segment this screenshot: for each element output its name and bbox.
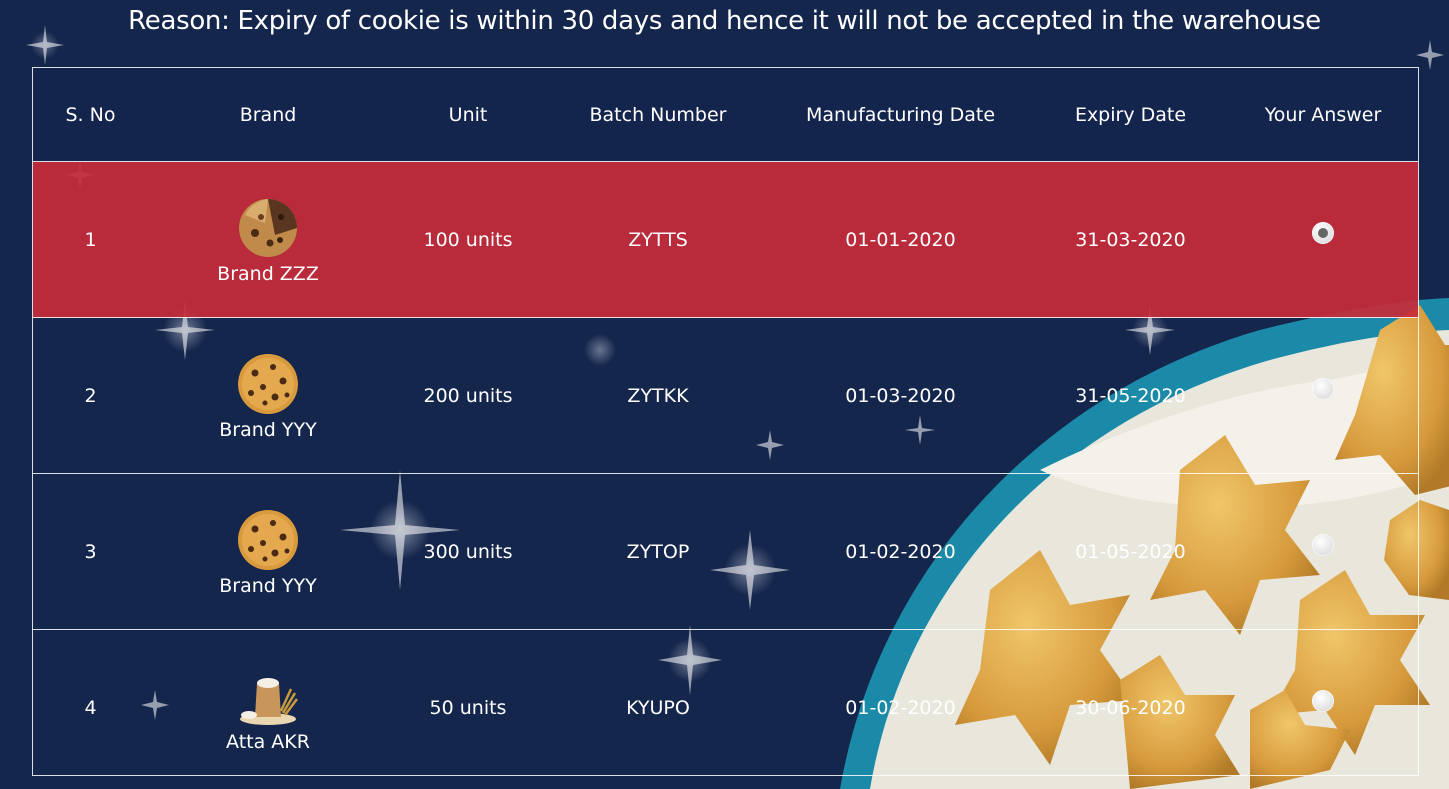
cell-unit: 100 units — [388, 161, 548, 318]
cell-manufacturing-date: 01-02-2020 — [768, 473, 1033, 630]
cell-brand: Brand YYY — [148, 473, 388, 630]
cell-unit: 50 units — [429, 696, 507, 719]
answer-radio[interactable] — [1312, 534, 1334, 556]
cell-expiry-date: 01-05-2020 — [1033, 473, 1228, 630]
answer-radio[interactable] — [1312, 690, 1334, 712]
brand-name: Brand YYY — [219, 418, 317, 441]
cell-sno: 2 — [33, 317, 148, 474]
chip-cookie-icon — [238, 353, 298, 414]
cell-sno: 3 — [33, 473, 148, 630]
table-header-row: S. No Brand Unit Batch Number Manufactur… — [33, 68, 1418, 162]
cell-unit: 200 units — [388, 317, 548, 474]
cell-brand: Brand ZZZ — [148, 161, 388, 318]
cell-expiry-date: 31-03-2020 — [1033, 161, 1228, 318]
table-row[interactable]: 3 Brand YYY 300 units ZYTOP 01-02-2020 0… — [33, 473, 1418, 630]
cell-manufacturing-date: 01-03-2020 — [768, 317, 1033, 474]
cell-your-answer — [1228, 317, 1418, 474]
cell-batch-number: ZYTOP — [548, 473, 768, 630]
brand-name: Brand YYY — [219, 574, 317, 597]
header-expiry-date: Expiry Date — [1033, 68, 1228, 162]
cell-your-answer — [1228, 161, 1418, 318]
cell-sno: 4 — [84, 696, 97, 719]
cell-batch-number: ZYTTS — [548, 161, 768, 318]
header-brand: Brand — [148, 68, 388, 162]
table-row[interactable]: 2 Brand YYY 200 units ZYTKK 01-03-2020 3… — [33, 317, 1418, 474]
cell-expiry-date: 31-05-2020 — [1033, 317, 1228, 474]
table-row[interactable]: 4 Atta AKR 50 units KYUPO 01-02-2020 30-… — [33, 630, 1418, 786]
header-sno: S. No — [33, 68, 148, 162]
brand-name: Atta AKR — [226, 730, 310, 753]
cell-brand: Atta AKR — [148, 630, 388, 786]
chocolate-cookie-icon — [239, 198, 297, 257]
header-batch-number: Batch Number — [548, 68, 768, 162]
cell-manufacturing-date: 01-02-2020 — [845, 696, 956, 719]
brand-name: Brand ZZZ — [217, 262, 319, 285]
cell-your-answer — [1228, 630, 1418, 786]
cell-expiry-date: 30-06-2020 — [1075, 696, 1186, 719]
cell-batch-number: KYUPO — [626, 696, 690, 719]
header-manufacturing-date: Manufacturing Date — [768, 68, 1033, 162]
stock-table: S. No Brand Unit Batch Number Manufactur… — [32, 67, 1419, 776]
reason-headline: Reason: Expiry of cookie is within 30 da… — [128, 6, 1321, 36]
answer-radio[interactable] — [1312, 378, 1334, 400]
header-unit: Unit — [388, 68, 548, 162]
cell-batch-number: ZYTKK — [548, 317, 768, 474]
cell-sno: 1 — [33, 161, 148, 318]
chip-cookie-icon — [238, 509, 298, 570]
cell-brand: Brand YYY — [148, 317, 388, 474]
cell-your-answer — [1228, 473, 1418, 630]
flour-sack-icon — [240, 677, 298, 725]
cell-unit: 300 units — [388, 473, 548, 630]
answer-radio[interactable] — [1312, 222, 1334, 244]
cell-manufacturing-date: 01-01-2020 — [768, 161, 1033, 318]
header-your-answer: Your Answer — [1228, 68, 1418, 162]
table-row[interactable]: 1 Brand ZZZ 100 units ZYTTS 01-01-2020 3… — [33, 161, 1418, 318]
